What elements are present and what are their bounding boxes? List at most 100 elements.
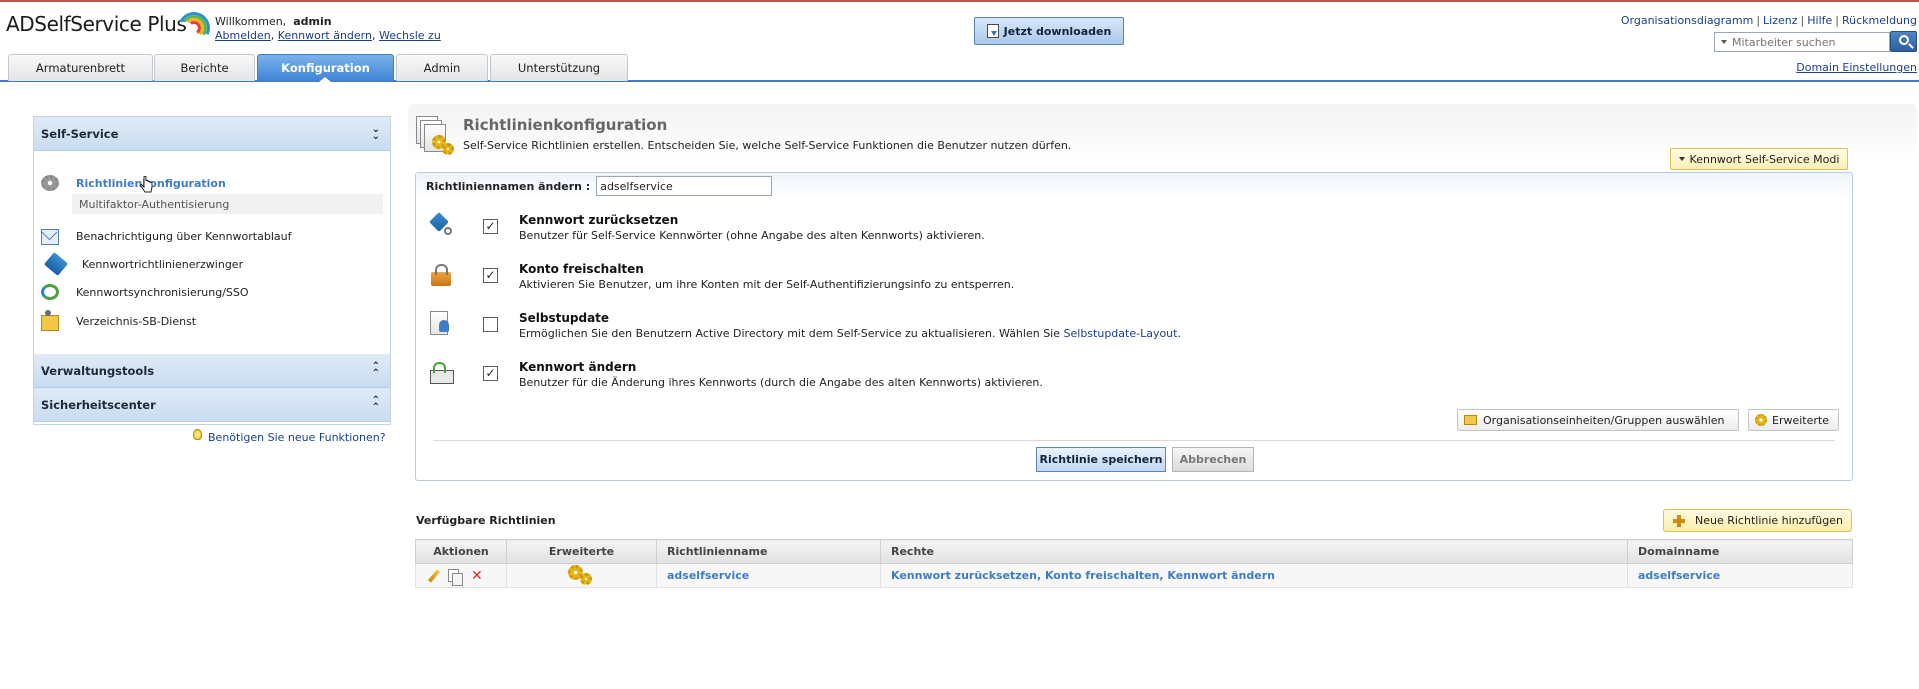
search-dropdown-icon[interactable]	[1721, 40, 1727, 44]
feedback-link[interactable]: Rückmeldung	[1842, 14, 1917, 27]
welcome-text: Willkommen, admin	[215, 15, 332, 28]
logo-arc-icon	[173, 7, 215, 49]
download-icon	[986, 24, 999, 38]
license-link[interactable]: Lizenz	[1763, 14, 1797, 27]
main-tab-bar: Armaturenbrett Berichte Konfiguration Ad…	[0, 54, 1919, 82]
active-tab-pointer	[319, 77, 331, 82]
self-update-icon	[428, 311, 456, 337]
pen-icon	[43, 252, 69, 276]
change-password-icon	[428, 360, 456, 386]
directory-icon	[41, 309, 59, 331]
self-update-checkbox[interactable]	[483, 317, 498, 332]
row-policy-name[interactable]: adselfservice	[656, 563, 881, 588]
left-sidebar: Self-Service ⌄⌄ Richtlinienkonfiguration…	[33, 116, 391, 425]
tab-reports[interactable]: Berichte	[154, 54, 255, 81]
dropdown-arrow-icon	[1678, 157, 1685, 161]
employee-search-field	[1714, 32, 1890, 52]
column-header-domain-name: Domainname	[1627, 539, 1853, 564]
row-rights[interactable]: Kennwort zurücksetzen, Konto freischalte…	[880, 563, 1628, 588]
welcome-prefix: Willkommen,	[215, 15, 287, 28]
feature-row-unlock-account: ✓ Konto freischalten Aktivieren Sie Benu…	[416, 260, 1852, 300]
policies-table: Aktionen Erweiterte Richtlinienname Rech…	[415, 539, 1853, 588]
tab-support[interactable]: Unterstützung	[490, 54, 628, 81]
self-update-description: Ermöglichen Sie den Benutzern Active Dir…	[519, 327, 1181, 340]
change-password-checkbox[interactable]: ✓	[483, 366, 498, 381]
logo-text: ADSelfService Plus	[6, 12, 187, 36]
sidebar-item-password-policy-enforcer[interactable]: Kennwortrichtlinienerzwinger	[41, 252, 383, 276]
sidebar-header-admin-tools[interactable]: Verwaltungstools ⌃ ⌃	[34, 354, 390, 388]
select-ou-groups-button[interactable]: Organisationseinheiten/Gruppen auswählen	[1457, 409, 1739, 431]
sidebar-item-policy-configuration[interactable]: Richtlinienkonfiguration	[41, 172, 383, 194]
top-links: Organisationsdiagramm | Lizenz | Hilfe | Rückm…	[1620, 14, 1917, 27]
sidebar-item-directory-service[interactable]: Verzeichnis-SB-Dienst	[41, 309, 383, 332]
download-button[interactable]: Jetzt downloaden	[974, 17, 1124, 45]
add-policy-button[interactable]: Neue Richtlinie hinzufügen	[1663, 509, 1852, 532]
column-header-rights: Rechte	[880, 539, 1628, 564]
hand-cursor-icon	[140, 176, 153, 193]
domain-settings-link[interactable]: Domain Einstellungen	[1796, 61, 1917, 74]
sync-icon	[41, 284, 59, 300]
copy-icon[interactable]	[448, 569, 463, 586]
expand-icon: ⌃ ⌃	[371, 395, 380, 413]
policy-edit-panel: Richtliniennamen ändern : ✓ Kennwort zur…	[415, 172, 1853, 481]
org-chart-link[interactable]: Organisationsdiagramm	[1621, 14, 1753, 27]
sidebar-header-security-center[interactable]: Sicherheitscenter ⌃ ⌃	[34, 388, 390, 422]
available-policies-title: Verfügbare Richtlinien	[416, 514, 556, 527]
username: admin	[293, 15, 332, 28]
column-header-advanced: Erweiterte	[506, 539, 657, 564]
user-links: Abmelden, Kennwort ändern, Wechsle zu	[215, 29, 441, 42]
sidebar-header-self-service[interactable]: Self-Service ⌄ ⌄	[34, 117, 390, 151]
mail-icon	[41, 229, 59, 245]
tab-admin[interactable]: Admin	[396, 54, 488, 81]
feature-row-reset-password: ✓ Kennwort zurücksetzen Benutzer für Sel…	[416, 211, 1852, 251]
row-advanced	[506, 563, 657, 588]
table-row: ✕ adselfservice Kennwort zurücksetzen, K…	[415, 563, 1853, 588]
unlock-account-checkbox[interactable]: ✓	[483, 268, 498, 283]
sidebar-item-password-sync[interactable]: Kennwortsynchronisierung/SSO	[41, 281, 383, 303]
advanced-settings-icon[interactable]	[567, 564, 596, 587]
column-header-actions: Aktionen	[415, 539, 507, 564]
sidebar-item-password-expiry-notification[interactable]: Benachrichtigung über Kennwortablauf	[41, 225, 383, 247]
folder-icon	[1464, 415, 1477, 425]
help-link[interactable]: Hilfe	[1807, 14, 1832, 27]
logout-link[interactable]: Abmelden	[215, 29, 271, 42]
gear-icon	[41, 175, 59, 191]
search-button[interactable]	[1890, 31, 1917, 52]
sidebar-subitem-mfa[interactable]: Multifaktor-Authentisierung	[72, 194, 383, 214]
light-bulb-icon	[193, 429, 202, 440]
policy-name-label: Richtliniennamen ändern :	[426, 179, 591, 193]
save-policy-button[interactable]: Richtlinie speichern	[1036, 447, 1166, 472]
password-self-service-modes-button[interactable]: Kennwort Self-Service Modi	[1670, 148, 1848, 170]
edit-icon[interactable]	[427, 568, 441, 583]
reset-password-checkbox[interactable]: ✓	[483, 219, 498, 234]
collapse-icon: ⌄ ⌄	[371, 124, 380, 142]
reset-password-icon	[428, 212, 456, 239]
expand-icon: ⌃ ⌃	[371, 361, 380, 379]
download-button-label: Jetzt downloaden	[1003, 24, 1112, 38]
change-password-link[interactable]: Kennwort ändern	[278, 29, 372, 42]
page-description: Self-Service Richtlinien erstellen. Ents…	[463, 139, 1072, 152]
row-domain-name[interactable]: adselfservice	[1627, 563, 1853, 588]
tab-dashboard[interactable]: Armaturenbrett	[8, 54, 153, 81]
feature-row-change-password: ✓ Kennwort ändern Benutzer für die Änder…	[416, 358, 1852, 398]
policy-name-input[interactable]	[596, 176, 773, 196]
switch-link[interactable]: Wechsle zu	[379, 29, 441, 42]
new-features-link[interactable]: Benötigen Sie neue Funktionen?	[193, 429, 386, 444]
divider	[433, 440, 1835, 441]
column-header-policy-name: Richtlinienname	[656, 539, 881, 564]
policy-config-icon	[416, 116, 456, 156]
feature-row-self-update: Selbstupdate Ermöglichen Sie den Benutze…	[416, 309, 1852, 349]
self-update-layout-link[interactable]: Selbstupdate-Layout	[1064, 327, 1178, 340]
cancel-button[interactable]: Abbrechen	[1172, 447, 1254, 472]
plus-icon	[1673, 514, 1685, 527]
page-title: Richtlinienkonfiguration	[463, 116, 668, 134]
app-logo[interactable]: ADSelfService Plus	[6, 7, 215, 49]
gear-icon	[1755, 414, 1767, 426]
delete-icon[interactable]: ✕	[471, 569, 483, 583]
unlock-account-icon	[428, 262, 456, 288]
policy-name-row: Richtliniennamen ändern :	[416, 173, 1852, 199]
top-accent-line	[0, 0, 1919, 2]
advanced-button[interactable]: Erweiterte	[1748, 409, 1839, 431]
row-actions: ✕	[415, 563, 507, 588]
employee-search-input[interactable]	[1732, 35, 1882, 49]
